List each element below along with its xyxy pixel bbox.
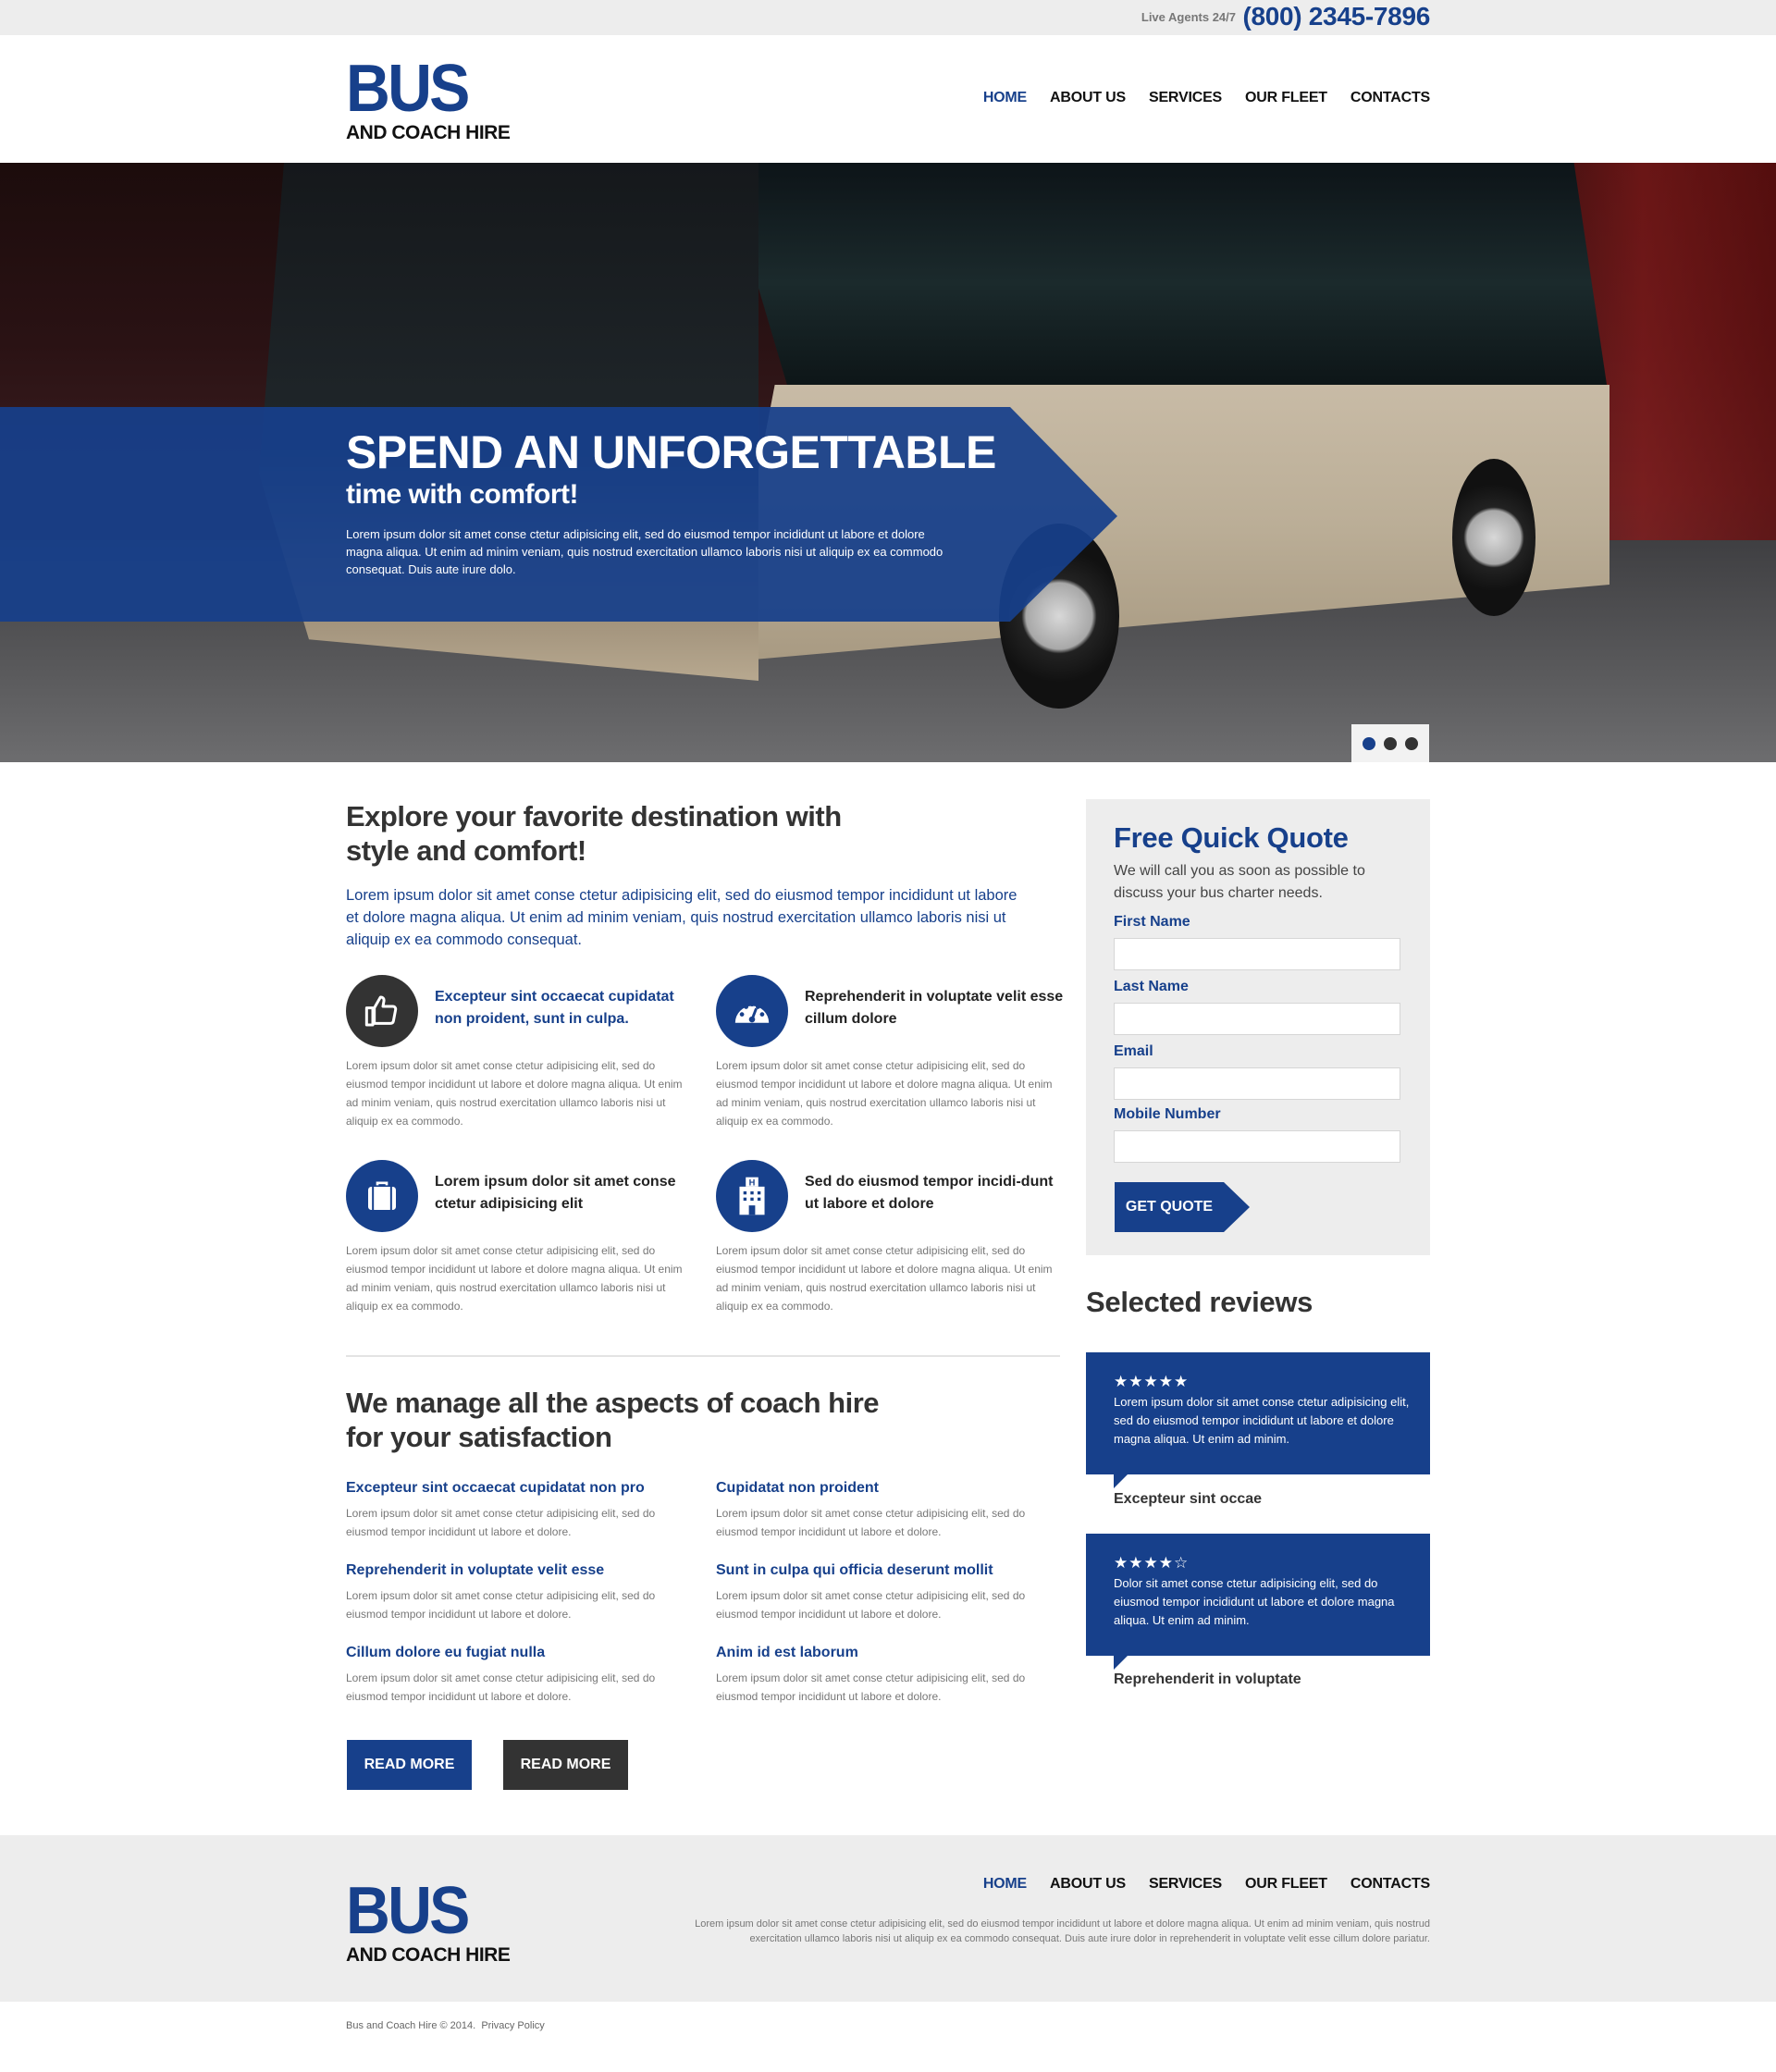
footer-nav-home[interactable]: HOME — [983, 1876, 1027, 1893]
first-name-input[interactable] — [1114, 938, 1400, 970]
review-card: ★★★★★ Lorem ipsum dolor sit amet conse c… — [1086, 1352, 1430, 1488]
first-name-label: First Name — [1114, 914, 1190, 930]
aspect-title: Sunt in culpa qui officia deserunt molli… — [716, 1562, 993, 1578]
hotel-icon: H — [716, 1160, 788, 1232]
nav-about-us[interactable]: ABOUT US — [1050, 90, 1126, 106]
logo-main-text: BUS — [346, 52, 470, 126]
footer-nav: HOME ABOUT US SERVICES OUR FLEET CONTACT… — [983, 1876, 1430, 1893]
feature-title: Reprehenderit in voluptate velit esse ci… — [805, 989, 1064, 1027]
quote-subtitle: We will call you as soon as possible to … — [1114, 863, 1365, 901]
aspect-text: Lorem ipsum dolor sit amet conse ctetur … — [716, 1507, 1026, 1538]
hero-subtitle: time with comfort! — [346, 479, 579, 510]
aspect-item: Anim id est laborum Lorem ipsum dolor si… — [716, 1643, 1067, 1706]
aspect-item: Excepteur sint occaecat cupidatat non pr… — [346, 1478, 697, 1541]
hero-bus-rear-wheel — [1452, 459, 1536, 616]
feature-text: Lorem ipsum dolor sit amet conse ctetur … — [716, 1059, 1053, 1128]
explore-heading: Explore your favorite destination with s… — [346, 799, 993, 868]
reviews-heading: Selected reviews — [1086, 1286, 1314, 1318]
footer-nav-about-us[interactable]: ABOUT US — [1050, 1876, 1126, 1893]
feature-title: Sed do eiusmod tempor incidi-dunt ut lab… — [805, 1174, 1054, 1212]
review-text: Lorem ipsum dolor sit amet conse ctetur … — [1114, 1395, 1410, 1446]
aspect-item: Cillum dolore eu fugiat nulla Lorem ipsu… — [346, 1643, 697, 1706]
main-nav: HOME ABOUT US SERVICES OUR FLEET CONTACT… — [983, 90, 1430, 106]
quick-quote-form: Free Quick Quote We will call you as soo… — [1086, 799, 1430, 1255]
explore-heading-line2: style and comfort! — [346, 834, 586, 867]
aspect-title: Anim id est laborum — [716, 1645, 858, 1660]
nav-our-fleet[interactable]: OUR FLEET — [1245, 90, 1327, 106]
logo-main-text: BUS — [346, 1874, 470, 1948]
slider-pagination — [1351, 724, 1429, 762]
manage-heading-line2: for your satisfaction — [346, 1421, 612, 1453]
get-quote-button[interactable]: GET QUOTE — [1115, 1182, 1250, 1232]
hero-slider: SPEND AN UNFORGETTABLE time with comfort… — [0, 163, 1776, 762]
copyright-text: Bus and Coach Hire © 2014. — [346, 2020, 476, 2031]
aspect-text: Lorem ipsum dolor sit amet conse ctetur … — [346, 1671, 656, 1703]
site-footer: BUS AND COACH HIRE HOME ABOUT US SERVICE… — [0, 1835, 1776, 2002]
read-more-button-primary[interactable]: READ MORE — [347, 1740, 472, 1790]
footer-nav-services[interactable]: SERVICES — [1149, 1876, 1222, 1893]
nav-home[interactable]: HOME — [983, 90, 1027, 106]
footer-logo[interactable]: BUS AND COACH HIRE — [346, 1874, 549, 1967]
site-logo[interactable]: BUS AND COACH HIRE — [346, 52, 549, 144]
aspect-text: Lorem ipsum dolor sit amet conse ctetur … — [716, 1589, 1026, 1621]
last-name-input[interactable] — [1114, 1003, 1400, 1035]
footer-text: Lorem ipsum dolor sit amet conse ctetur … — [695, 1918, 1430, 1944]
mobile-number-label: Mobile Number — [1114, 1106, 1221, 1122]
aspect-title: Cupidatat non proident — [716, 1480, 879, 1496]
feature-text: Lorem ipsum dolor sit amet conse ctetur … — [346, 1059, 683, 1128]
hero-bus-windows — [722, 163, 1610, 403]
rating-stars-icon: ★★★★☆ — [1114, 1554, 1190, 1572]
footer-nav-contacts[interactable]: CONTACTS — [1350, 1876, 1430, 1893]
feature-text: Lorem ipsum dolor sit amet conse ctetur … — [346, 1244, 683, 1313]
email-input[interactable] — [1114, 1067, 1400, 1100]
manage-heading-line1: We manage all the aspects of coach hire — [346, 1387, 880, 1419]
manage-heading: We manage all the aspects of coach hire … — [346, 1386, 993, 1454]
section-divider — [346, 1355, 1060, 1357]
mobile-number-input[interactable] — [1114, 1130, 1400, 1163]
live-agents-label: Live Agents 24/7 — [1141, 10, 1236, 24]
svg-text:H: H — [749, 1178, 756, 1188]
last-name-label: Last Name — [1114, 979, 1189, 994]
rating-stars-icon: ★★★★★ — [1114, 1373, 1190, 1390]
aspect-item: Cupidatat non proident Lorem ipsum dolor… — [716, 1478, 1067, 1541]
footer-nav-our-fleet[interactable]: OUR FLEET — [1245, 1876, 1327, 1893]
aspect-title: Cillum dolore eu fugiat nulla — [346, 1645, 546, 1660]
nav-services[interactable]: SERVICES — [1149, 90, 1222, 106]
privacy-policy-link[interactable]: Privacy Policy — [481, 2020, 544, 2031]
hero-title: SPEND AN UNFORGETTABLE — [346, 426, 996, 478]
slider-dot-2[interactable] — [1384, 736, 1397, 750]
aspect-text: Lorem ipsum dolor sit amet conse ctetur … — [346, 1507, 656, 1538]
aspect-text: Lorem ipsum dolor sit amet conse ctetur … — [346, 1589, 656, 1621]
feature-title: Excepteur sint occaecat cupidatat non pr… — [435, 989, 674, 1027]
top-bar: Live Agents 24/7 (800) 2345-7896 — [0, 0, 1776, 35]
copyright: Bus and Coach Hire © 2014. Privacy Polic… — [346, 2020, 545, 2031]
review-author: Reprehenderit in voluptate — [1114, 1671, 1301, 1687]
explore-lead: Lorem ipsum dolor sit amet conse ctetur … — [346, 887, 1018, 948]
aspect-title: Excepteur sint occaecat cupidatat non pr… — [346, 1480, 645, 1496]
review-card: ★★★★☆ Dolor sit amet conse ctetur adipis… — [1086, 1534, 1430, 1670]
phone-number-link[interactable]: (800) 2345-7896 — [1242, 2, 1430, 31]
aspect-text: Lorem ipsum dolor sit amet conse ctetur … — [716, 1671, 1026, 1703]
review-author: Excepteur sint occae — [1114, 1491, 1263, 1507]
aspect-item: Reprehenderit in voluptate velit esse Lo… — [346, 1560, 697, 1623]
quote-title: Free Quick Quote — [1114, 821, 1349, 854]
review-text: Dolor sit amet conse ctetur adipisicing … — [1114, 1576, 1395, 1627]
hero-banner: SPEND AN UNFORGETTABLE time with comfort… — [0, 407, 1117, 622]
site-header: BUS AND COACH HIRE HOME ABOUT US SERVICE… — [0, 35, 1776, 163]
slider-dot-1[interactable] — [1363, 736, 1375, 750]
feature-title: Lorem ipsum dolor sit amet conse ctetur … — [435, 1174, 676, 1212]
aspect-item: Sunt in culpa qui officia deserunt molli… — [716, 1560, 1067, 1623]
speedometer-icon — [716, 975, 788, 1047]
nav-contacts[interactable]: CONTACTS — [1350, 90, 1430, 106]
hero-text: Lorem ipsum dolor sit amet conse ctetur … — [346, 527, 944, 576]
aspect-title: Reprehenderit in voluptate velit esse — [346, 1562, 605, 1578]
read-more-button-secondary[interactable]: READ MORE — [503, 1740, 628, 1790]
explore-heading-line1: Explore your favorite destination with — [346, 800, 842, 832]
email-label: Email — [1114, 1043, 1153, 1059]
slider-dot-3[interactable] — [1405, 736, 1418, 750]
thumbs-up-icon — [346, 975, 418, 1047]
feature-text: Lorem ipsum dolor sit amet conse ctetur … — [716, 1244, 1053, 1313]
suitcase-icon — [346, 1160, 418, 1232]
